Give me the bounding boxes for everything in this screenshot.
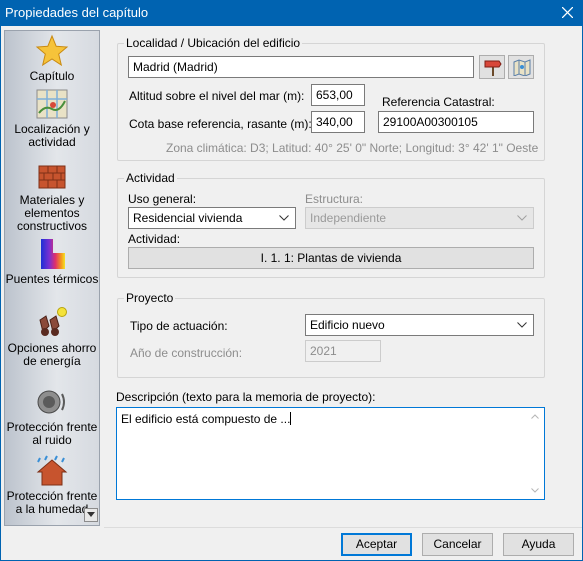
type-label: Tipo de actuación: <box>130 319 228 333</box>
year-label: Año de construcción: <box>130 346 243 360</box>
accept-button[interactable]: Aceptar <box>341 533 412 556</box>
use-select[interactable]: Residencial vivienda <box>128 207 296 229</box>
sidebar-item-puentes[interactable]: Puentes térmicos <box>5 237 99 286</box>
climate-info: Zona climática: D3; Latitud: 40° 25' 0" … <box>166 141 539 155</box>
project-group: Proyecto <box>117 291 545 378</box>
text-caret <box>290 412 292 425</box>
cadastral-label: Referencia Catastral: <box>382 95 495 109</box>
cadastral-field[interactable]: 29100A00300105 <box>378 111 534 133</box>
structure-label: Estructura: <box>305 192 364 206</box>
title-bar: Propiedades del capítulo <box>0 0 583 26</box>
sidebar-item-capitulo[interactable]: Capítulo <box>5 34 99 83</box>
arrow-down-icon <box>87 512 95 517</box>
sidebar-item-label: Opciones ahorro de energía <box>7 341 97 368</box>
altitude-field[interactable]: 653,00 <box>311 84 365 106</box>
location-pick-button[interactable] <box>479 55 505 79</box>
use-select-value: Residencial vivienda <box>133 211 243 225</box>
roof-rain-icon <box>36 455 68 486</box>
base-label: Cota base referencia, rasante (m): <box>129 117 312 131</box>
map-icon <box>36 89 68 119</box>
sidebar-item-label: Materiales y elementos constructivos <box>16 193 88 233</box>
signpost-icon <box>484 60 502 76</box>
sidebar-item-opciones-ahorro[interactable]: Opciones ahorro de energía <box>5 306 99 368</box>
chevron-down-icon <box>517 322 527 328</box>
use-label: Uso general: <box>128 192 197 206</box>
sidebar-item-localizacion[interactable]: Localización y actividad <box>5 87 99 149</box>
description-text: El edificio está compuesto de ... <box>121 412 291 426</box>
chevron-down-icon <box>531 488 539 493</box>
sidebar-item-ruido[interactable]: Protección frente al ruido <box>5 385 99 447</box>
year-field: 2021 <box>305 340 381 362</box>
project-group-title: Proyecto <box>124 291 176 305</box>
chevron-down-icon <box>279 215 289 221</box>
sidebar-item-humedad[interactable]: Protección frente a la humedad <box>5 454 99 516</box>
activity-select-button[interactable]: I. 1. 1: Plantas de vivienda <box>128 247 534 269</box>
base-field[interactable]: 340,00 <box>311 111 365 133</box>
speaker-icon <box>37 390 65 414</box>
star-icon <box>35 34 69 67</box>
activity-label: Actividad: <box>128 232 181 246</box>
sidebar-scroll-down-button[interactable] <box>84 508 98 522</box>
window-title: Propiedades del capítulo <box>5 5 149 20</box>
structure-select: Independiente <box>305 207 534 229</box>
location-group-title: Localidad / Ubicación del edificio <box>124 36 303 50</box>
bottom-separator <box>104 527 582 528</box>
chevron-up-icon <box>531 414 539 419</box>
type-select-value: Edificio nuevo <box>310 318 385 332</box>
description-textarea[interactable]: El edificio está compuesto de ... <box>116 407 545 500</box>
sidebar-item-label: Puentes térmicos <box>5 272 99 286</box>
cancel-button[interactable]: Cancelar <box>422 533 493 556</box>
binoculars-icon <box>39 307 67 336</box>
bricks-icon <box>38 165 66 189</box>
sidebar-item-materiales[interactable]: Materiales y elementos constructivos <box>5 158 99 233</box>
chevron-down-icon <box>517 215 527 221</box>
sidebar: Capítulo Localización y actividad Materi… <box>4 30 100 526</box>
description-label: Descripción (texto para la memoria de pr… <box>116 390 376 404</box>
description-content: El edificio está compuesto de ... <box>121 412 292 426</box>
close-button[interactable] <box>553 0 583 26</box>
altitude-label: Altitud sobre el nivel del mar (m): <box>129 89 305 103</box>
description-scrollbar[interactable] <box>528 409 543 498</box>
sidebar-item-label: Protección frente al ruido <box>6 420 98 447</box>
close-icon <box>562 7 573 18</box>
map-icon <box>513 59 531 76</box>
map-view-button[interactable] <box>508 55 534 79</box>
city-field[interactable]: Madrid (Madrid) <box>128 56 474 78</box>
sidebar-item-label: Localización y actividad <box>14 122 90 149</box>
activity-group-title: Actividad <box>124 171 177 185</box>
thermal-bridge-icon <box>41 239 65 269</box>
type-select[interactable]: Edificio nuevo <box>305 314 534 336</box>
sidebar-item-label: Capítulo <box>29 69 75 83</box>
help-button[interactable]: Ayuda <box>503 533 574 556</box>
structure-select-value: Independiente <box>310 211 387 225</box>
